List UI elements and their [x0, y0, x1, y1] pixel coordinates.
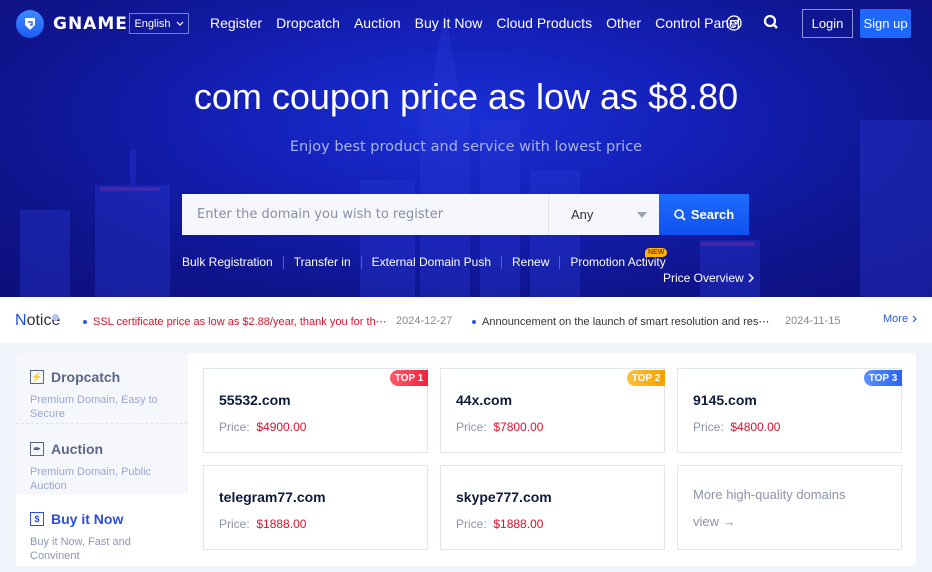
menu-auction[interactable]: Auction	[354, 15, 401, 31]
more-domains-card[interactable]: More high-quality domains view →	[677, 465, 902, 550]
menu-register[interactable]: Register	[210, 15, 262, 31]
notice-bar: Notice SSL certificate price as low as $…	[0, 297, 932, 343]
category-title: Dropcatch	[51, 369, 121, 385]
link-bulk-registration[interactable]: Bulk Registration	[182, 255, 273, 269]
link-renew[interactable]: Renew	[512, 255, 549, 269]
rank-badge: TOP 3	[864, 370, 902, 386]
domain-search-input[interactable]	[182, 194, 548, 235]
search-button-label: Search	[690, 207, 735, 222]
search-icon	[674, 208, 686, 221]
menu-other[interactable]: Other	[606, 15, 641, 31]
quick-links: Bulk Registration Transfer in External D…	[182, 255, 666, 269]
caret-down-icon	[637, 211, 647, 218]
hero-headline: com coupon price as low as $8.80	[193, 76, 739, 117]
login-button[interactable]: Login	[802, 9, 853, 38]
price-overview-link[interactable]: Price Overview	[663, 271, 754, 285]
divider	[360, 255, 362, 269]
notice-item[interactable]: Announcement on the launch of smart reso…	[472, 315, 769, 328]
category-auction[interactable]: ✒ Auction Premium Domain, Public Auction	[16, 441, 188, 494]
divider	[282, 255, 284, 269]
suffix-select[interactable]: Any	[548, 194, 659, 235]
menu-buy-it-now[interactable]: Buy It Now	[415, 15, 483, 31]
language-select[interactable]: English	[129, 13, 189, 34]
notice-more-link[interactable]: More	[883, 313, 917, 325]
price-overview-label: Price Overview	[663, 271, 744, 285]
notice-text: SSL certificate price as low as $2.88/ye…	[93, 316, 387, 328]
view-more-link[interactable]: view →	[693, 514, 736, 529]
domain-card[interactable]: TOP 3 9145.com Price: $4800.00	[677, 368, 902, 453]
market-category-sidebar: ⚡ Dropcatch Premium Domain, Easy to Secu…	[16, 353, 188, 566]
cart-icon[interactable]	[726, 15, 742, 31]
menu-cloud-products[interactable]: Cloud Products	[496, 15, 592, 31]
language-value: English	[134, 17, 171, 30]
link-external-domain-push[interactable]: External Domain Push	[372, 255, 491, 269]
domain-name: skype777.com	[456, 489, 552, 505]
hero-subline: Enjoy best product and service with lowe…	[289, 139, 643, 155]
domain-market-panel: ⚡ Dropcatch Premium Domain, Easy to Secu…	[16, 353, 916, 566]
auction-gavel-icon: ✒	[30, 442, 44, 456]
hero-banner: GNAME English Register Dropcatch Auction…	[0, 0, 932, 297]
domain-card[interactable]: TOP 1 55532.com Price: $4900.00	[203, 368, 428, 453]
domain-card[interactable]: skype777.com Price: $1888.00	[440, 465, 665, 550]
notice-date: 2024-12-27	[396, 315, 453, 327]
domain-card[interactable]: TOP 2 44x.com Price: $7800.00	[440, 368, 665, 453]
divider	[501, 255, 503, 269]
dollar-icon: $	[30, 512, 44, 526]
category-desc: Premium Domain, Public Auction	[30, 466, 152, 492]
category-desc: Premium Domain, Easy to Secure	[30, 394, 158, 420]
notice-decoration-dot	[52, 314, 59, 321]
domain-price: Price: $4900.00	[219, 420, 307, 434]
brand-name: GNAME	[53, 14, 128, 34]
search-button[interactable]: Search	[659, 194, 749, 235]
domain-name: 55532.com	[219, 392, 291, 408]
search-icon[interactable]	[763, 14, 779, 30]
notice-item[interactable]: SSL certificate price as low as $2.88/ye…	[83, 315, 387, 328]
domain-search-bar: Any Search	[182, 194, 749, 235]
divider	[559, 255, 561, 269]
category-title: Buy it Now	[51, 511, 124, 527]
suffix-select-value: Any	[571, 207, 594, 222]
category-buy-it-now[interactable]: $ Buy it Now Buy it Now, Fast and Convin…	[16, 494, 188, 566]
domain-name: 44x.com	[456, 392, 513, 408]
category-desc: Buy it Now, Fast and Convinent	[30, 536, 131, 562]
signup-button[interactable]: Sign up	[860, 9, 911, 38]
domain-price: Price: $1888.00	[219, 517, 307, 531]
rank-badge: TOP 1	[390, 370, 428, 386]
chevron-right-icon	[912, 315, 917, 323]
notice-text: Announcement on the launch of smart reso…	[482, 316, 770, 328]
main-menu: Register Dropcatch Auction Buy It Now Cl…	[210, 15, 754, 31]
brand-logo[interactable]: GNAME	[16, 10, 128, 38]
category-dropcatch[interactable]: ⚡ Dropcatch Premium Domain, Easy to Secu…	[16, 369, 188, 424]
domain-price: Price: $4800.00	[693, 420, 781, 434]
chevron-down-icon	[176, 21, 183, 26]
domain-name: 9145.com	[693, 392, 757, 408]
chevron-right-icon	[748, 273, 754, 283]
bullet-icon	[83, 319, 87, 324]
notice-date: 2024-11-15	[785, 315, 841, 327]
link-promotion-activity[interactable]: Promotion Activity	[570, 255, 665, 269]
bullet-icon	[472, 319, 476, 324]
link-transfer-in[interactable]: Transfer in	[294, 255, 351, 269]
category-title: Auction	[51, 441, 104, 457]
domain-price: Price: $1888.00	[456, 517, 544, 531]
rank-badge: TOP 2	[627, 370, 665, 386]
domain-card[interactable]: telegram77.com Price: $1888.00	[203, 465, 428, 550]
new-badge: NEW	[645, 248, 668, 257]
dropcatch-icon: ⚡	[30, 370, 44, 384]
more-domains-title: More high-quality domains	[693, 487, 846, 502]
gname-logo-icon	[16, 10, 44, 38]
menu-dropcatch[interactable]: Dropcatch	[276, 15, 340, 31]
top-nav: GNAME English Register Dropcatch Auction…	[0, 0, 932, 46]
domain-price: Price: $7800.00	[456, 420, 544, 434]
domain-name: telegram77.com	[219, 489, 326, 505]
